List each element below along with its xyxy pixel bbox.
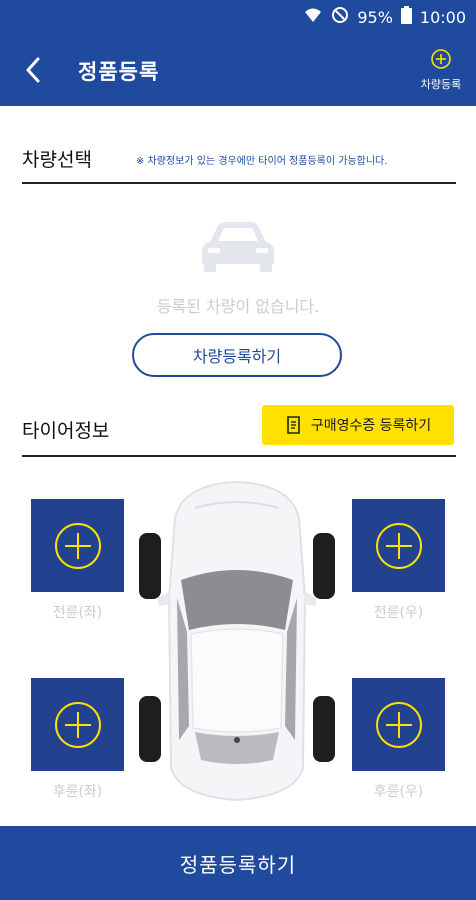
- back-button[interactable]: [18, 54, 50, 86]
- car-top-view-image: [139, 480, 335, 802]
- clock: 10:00: [419, 7, 466, 27]
- do-not-disturb-icon: [331, 6, 349, 28]
- plus-circle-icon: [431, 49, 451, 69]
- plus-circle-icon: [375, 522, 422, 569]
- divider: [22, 182, 456, 184]
- register-vehicle-button[interactable]: 차량등록하기: [132, 333, 342, 377]
- rear-right-label: 후륜(우): [373, 784, 424, 800]
- front-left-label: 전륜(좌): [52, 605, 103, 621]
- car-placeholder-icon: [198, 214, 278, 278]
- app-bar: 정품등록 차량등록: [0, 34, 476, 106]
- rear-right-tire-add-button[interactable]: [352, 678, 445, 771]
- rear-left-tire-add-button[interactable]: [31, 678, 124, 771]
- empty-vehicle-message: 등록된 차량이 없습니다.: [156, 297, 320, 316]
- plus-circle-icon: [54, 701, 101, 748]
- submit-registration-button[interactable]: 정품등록하기: [0, 826, 476, 900]
- page-title: 정품등록: [78, 60, 160, 84]
- plus-circle-icon: [54, 522, 101, 569]
- battery-icon: [400, 6, 412, 28]
- front-right-tire-add-button[interactable]: [352, 499, 445, 592]
- front-left-tire-add-button[interactable]: [31, 499, 124, 592]
- wifi-icon: [303, 6, 323, 28]
- vehicle-section-title: 차량선택: [22, 149, 92, 171]
- register-receipt-button[interactable]: 구매영수증 등록하기: [262, 405, 454, 445]
- add-vehicle-button[interactable]: 차량등록: [416, 48, 466, 92]
- tire-section-title: 타이어정보: [22, 420, 110, 442]
- receipt-icon: [287, 416, 300, 434]
- divider: [22, 455, 456, 457]
- tire-diagram: 전륜(좌) 전륜(우) 후륜(좌) 후륜(우): [0, 470, 476, 825]
- plus-circle-icon: [375, 701, 422, 748]
- front-right-label: 전륜(우): [373, 605, 424, 621]
- register-receipt-label: 구매영수증 등록하기: [310, 418, 432, 434]
- battery-percent: 95%: [357, 7, 393, 27]
- vehicle-notice: ※ 차량정보가 있는 경우에만 타이어 정품등록이 가능합니다.: [136, 156, 388, 167]
- chevron-left-icon: [26, 57, 40, 83]
- add-vehicle-label: 차량등록: [420, 78, 462, 91]
- status-bar: 95% 10:00: [0, 0, 476, 34]
- rear-left-label: 후륜(좌): [52, 784, 103, 800]
